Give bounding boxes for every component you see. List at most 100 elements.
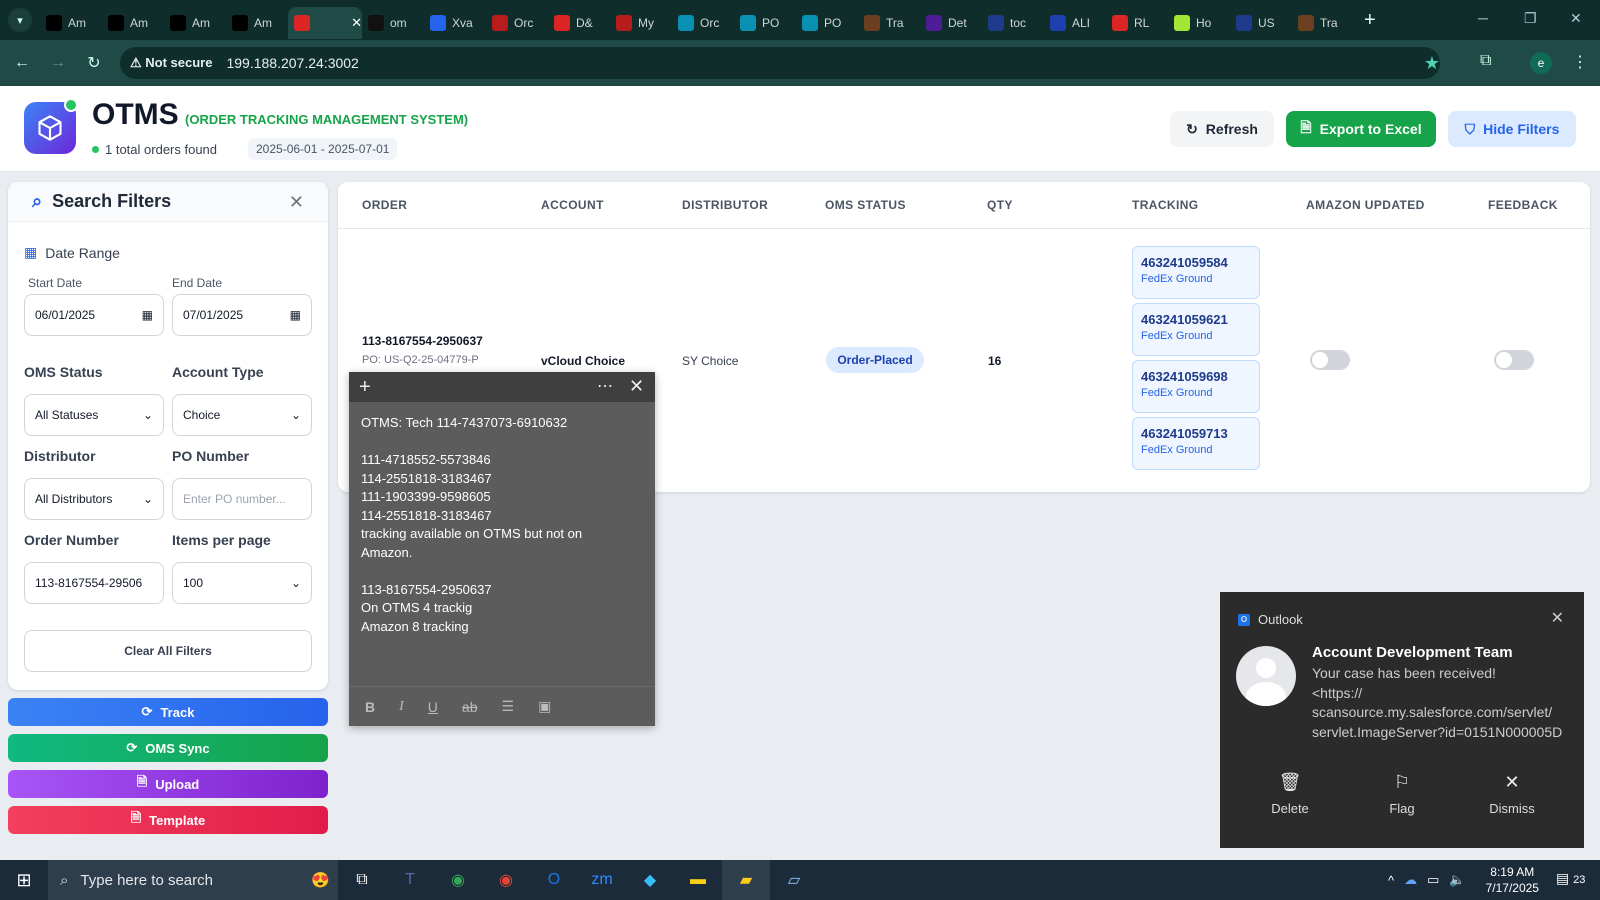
browser-menu-icon[interactable]: ⋮ (1572, 52, 1588, 72)
browser-tab[interactable]: US (1230, 7, 1292, 39)
browser-tab[interactable]: D& (548, 7, 610, 39)
network-icon[interactable]: ▭ (1427, 872, 1439, 888)
calendar-icon[interactable]: ▦ (290, 308, 301, 322)
restore-icon[interactable]: ❐ (1524, 10, 1537, 27)
toast-dismiss-button[interactable]: ✕ Dismiss (1472, 772, 1552, 816)
notepad-icon[interactable]: ▱ (770, 860, 818, 900)
close-filters-icon[interactable]: ✕ (289, 192, 304, 213)
browser-tab[interactable]: Xva (424, 7, 486, 39)
browser-tab[interactable]: Tra (858, 7, 920, 39)
tracking-number[interactable]: 463241059621 (1141, 312, 1251, 327)
notification-center-icon[interactable]: ▤ 23 (1556, 870, 1585, 887)
taskbar-search[interactable]: ⌕ Type here to search 😍 (48, 860, 338, 900)
strikethrough-icon[interactable]: ab (462, 699, 478, 715)
italic-icon[interactable]: I (399, 699, 404, 715)
browser-tab[interactable]: om (362, 7, 424, 39)
image-icon[interactable]: ▣ (538, 698, 551, 715)
new-tab-icon[interactable]: + (1364, 9, 1376, 32)
export-excel-button[interactable]: 🗎 Export to Excel (1286, 111, 1436, 147)
new-note-icon[interactable]: + (359, 376, 371, 399)
browser-tab[interactable]: PO (734, 7, 796, 39)
back-icon[interactable]: ← (4, 54, 40, 72)
task-view-icon[interactable]: ⧉ (338, 860, 386, 900)
browser-tab[interactable]: ALI (1044, 7, 1106, 39)
browser-tab[interactable]: Orc (672, 7, 734, 39)
order-number[interactable]: 113-8167554-2950637 (362, 334, 483, 348)
order-number-input[interactable]: 113-8167554-29506 (24, 562, 164, 604)
extensions-icon[interactable]: ⧉ (1480, 52, 1491, 70)
distributor-select[interactable]: All Distributors ⌄ (24, 478, 164, 520)
tracking-number[interactable]: 463241059698 (1141, 369, 1251, 384)
zoom-icon[interactable]: zm (578, 860, 626, 900)
forward-icon[interactable]: → (40, 54, 76, 72)
outlook-icon[interactable]: O (530, 860, 578, 900)
browser-tab[interactable]: Am (102, 7, 164, 39)
close-window-icon[interactable]: ✕ (1570, 10, 1582, 27)
profile-avatar[interactable]: e (1530, 52, 1552, 74)
browser-tab[interactable]: Am (226, 7, 288, 39)
url-bar[interactable]: ⚠ Not secure 199.188.207.24:3002 ★ (120, 47, 1440, 79)
end-date-input[interactable]: 07/01/2025 ▦ (172, 294, 312, 336)
track-button[interactable]: ⟳ Track (8, 698, 328, 726)
calendar-icon[interactable]: ▦ (142, 308, 153, 322)
po-number-input[interactable]: Enter PO number... (172, 478, 312, 520)
chrome-profile-icon[interactable]: ◉ (482, 860, 530, 900)
close-note-icon[interactable]: ✕ (629, 376, 644, 397)
browser-tab[interactable]: RL (1106, 7, 1168, 39)
account-type-select[interactable]: Choice ⌄ (172, 394, 312, 436)
windows-start-icon[interactable]: ⊞ (0, 870, 48, 891)
app-icon[interactable]: ◆ (626, 860, 674, 900)
browser-tab[interactable]: ✕ (288, 7, 362, 39)
tracking-number[interactable]: 463241059713 (1141, 426, 1251, 441)
browser-tab[interactable]: Tra (1292, 7, 1354, 39)
more-options-icon[interactable]: ⋯ (597, 376, 613, 396)
onedrive-icon[interactable]: ☁ (1404, 872, 1417, 888)
tracking-chip[interactable]: 463241059584 FedEx Ground (1132, 246, 1260, 299)
toast-delete-button[interactable]: 🗑 Delete (1250, 772, 1330, 816)
browser-tab[interactable]: toc (982, 7, 1044, 39)
refresh-button[interactable]: ↻ Refresh (1170, 111, 1274, 147)
bookmark-star-icon[interactable]: ★ (1424, 53, 1440, 74)
note-content[interactable]: OTMS: Tech 114-7437073-6910632 111-471855… (349, 402, 655, 636)
browser-tab[interactable]: Det (920, 7, 982, 39)
amazon-updated-toggle[interactable] (1310, 350, 1350, 370)
chevron-up-icon[interactable]: ^ (1388, 873, 1394, 888)
browser-tab[interactable]: Ho (1168, 7, 1230, 39)
outlook-notification[interactable]: O Outlook ✕ Account Development Team Your… (1220, 592, 1584, 848)
oms-status-select[interactable]: All Statuses ⌄ (24, 394, 164, 436)
not-secure-indicator[interactable]: ⚠ Not secure (130, 55, 212, 71)
toast-close-icon[interactable]: ✕ (1551, 608, 1564, 628)
url-text[interactable]: 199.188.207.24:3002 (226, 55, 358, 71)
volume-icon[interactable]: 🔈 (1449, 872, 1465, 888)
hide-filters-button[interactable]: ⛉ Hide Filters (1448, 111, 1576, 147)
browser-tab[interactable]: Am (40, 7, 102, 39)
sticky-note[interactable]: + ⋯ ✕ OTMS: Tech 114-7437073-6910632 111-… (349, 372, 655, 726)
sticky-notes-icon[interactable]: ▰ (722, 860, 770, 900)
tracking-chip[interactable]: 463241059621 FedEx Ground (1132, 303, 1260, 356)
chrome-icon[interactable]: ◉ (434, 860, 482, 900)
tracking-chip[interactable]: 463241059698 FedEx Ground (1132, 360, 1260, 413)
browser-tab[interactable]: Am (164, 7, 226, 39)
tracking-chip[interactable]: 463241059713 FedEx Ground (1132, 417, 1260, 470)
feedback-toggle[interactable] (1494, 350, 1534, 370)
template-button[interactable]: 🗎 Template (8, 806, 328, 834)
browser-tab[interactable]: My (610, 7, 672, 39)
minimize-icon[interactable]: ─ (1478, 10, 1488, 26)
underline-icon[interactable]: U (428, 699, 438, 715)
oms-sync-button[interactable]: ⟳ OMS Sync (8, 734, 328, 762)
close-tab-icon[interactable]: ✕ (351, 15, 362, 31)
browser-tab[interactable]: Orc (486, 7, 548, 39)
clock[interactable]: 8:19 AM 7/17/2025 (1486, 864, 1539, 896)
tracking-number[interactable]: 463241059584 (1141, 255, 1251, 270)
reload-icon[interactable]: ↻ (76, 53, 112, 73)
browser-tab[interactable]: PO (796, 7, 858, 39)
start-date-input[interactable]: 06/01/2025 ▦ (24, 294, 164, 336)
teams-icon[interactable]: T (386, 860, 434, 900)
list-icon[interactable]: ☰ (502, 698, 515, 715)
bold-icon[interactable]: B (365, 699, 375, 715)
items-per-page-select[interactable]: 100 ⌄ (172, 562, 312, 604)
tab-search-menu-icon[interactable]: ▾ (8, 8, 32, 32)
upload-button[interactable]: 🗎 Upload (8, 770, 328, 798)
toast-flag-button[interactable]: ⚐ Flag (1362, 772, 1442, 816)
file-explorer-icon[interactable]: ▬ (674, 860, 722, 900)
